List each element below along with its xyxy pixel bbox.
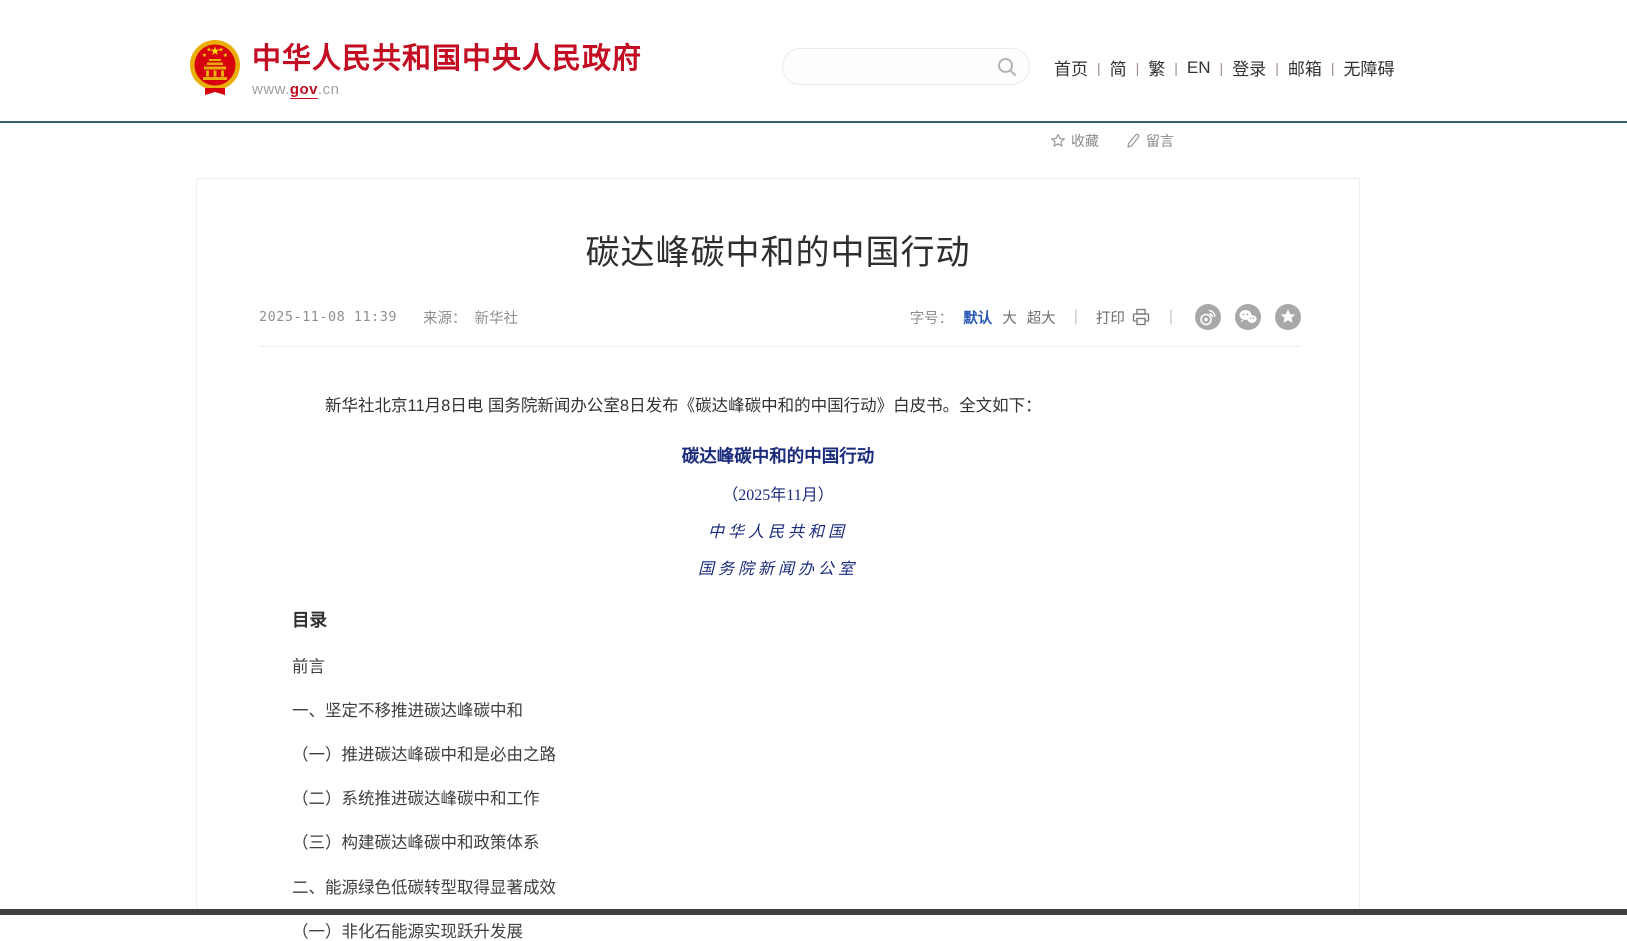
- star-icon: [1050, 133, 1066, 149]
- nav-accessibility[interactable]: 无障碍: [1334, 55, 1403, 80]
- national-emblem-icon: ★ ★ ★ ★ ★: [188, 38, 242, 98]
- wechat-share-button[interactable]: [1235, 304, 1261, 330]
- article-meta-right: 字号： 默认 大 超大 | 打印 |: [910, 304, 1301, 330]
- font-size-large-button[interactable]: 大: [1002, 307, 1017, 328]
- toc-item-preface: 前言: [292, 658, 1264, 676]
- weibo-share-button[interactable]: [1195, 304, 1221, 330]
- nav-login[interactable]: 登录: [1223, 55, 1275, 80]
- article-meta-left: 2025-11-08 11:39 来源： 新华社: [259, 307, 518, 328]
- search-box[interactable]: [782, 48, 1030, 85]
- nav-mail[interactable]: 邮箱: [1279, 55, 1331, 80]
- meta-separator: |: [1169, 308, 1173, 326]
- nav-home[interactable]: 首页: [1045, 55, 1097, 80]
- article-card: 碳达峰碳中和的中国行动 2025-11-08 11:39 来源： 新华社 字号：…: [196, 178, 1360, 915]
- toc-item-section1-1: （一）推进碳达峰碳中和是必由之路: [292, 746, 1264, 764]
- source-name[interactable]: 新华社: [475, 307, 519, 328]
- comment-label: 留言: [1146, 131, 1174, 151]
- toc-item-section1-3: （三）构建碳达峰碳中和政策体系: [292, 834, 1264, 852]
- site-title: 中华人民共和国中央人民政府: [252, 44, 642, 76]
- toc-item-section2-1: （一）非化石能源实现跃升发展: [292, 923, 1264, 941]
- print-button[interactable]: 打印: [1096, 307, 1151, 328]
- svg-text:★: ★: [223, 52, 228, 59]
- comment-button[interactable]: 留言: [1125, 131, 1174, 151]
- font-size-label: 字号：: [910, 307, 954, 328]
- page: ★ ★ ★ ★ ★ 中华人民共和国中央人民政府 www.gov.cn: [0, 0, 1627, 915]
- site-url-suffix: .cn: [318, 81, 340, 98]
- favorite-label: 收藏: [1071, 131, 1099, 151]
- print-label: 打印: [1096, 307, 1125, 328]
- article-toolbar: 收藏 留言: [1050, 131, 1174, 151]
- printer-icon: [1131, 308, 1151, 326]
- toc-heading: 目录: [292, 607, 1264, 632]
- toc-item-section1-2: （二）系统推进碳达峰碳中和工作: [292, 790, 1264, 808]
- search-input[interactable]: [801, 49, 991, 84]
- article-body: 新华社北京11月8日电 国务院新闻办公室8日发布《碳达峰碳中和的中国行动》白皮书…: [292, 395, 1264, 941]
- nav-simplified[interactable]: 简: [1101, 55, 1136, 80]
- wechat-icon: [1235, 304, 1261, 330]
- toc-item-section1: 一、坚定不移推进碳达峰碳中和: [292, 702, 1264, 720]
- site-url-prefix: www.: [252, 81, 290, 98]
- nav-traditional[interactable]: 繁: [1139, 55, 1174, 80]
- site-url: www.gov.cn: [252, 81, 642, 98]
- meta-separator: |: [1074, 308, 1078, 326]
- toc-item-section2: 二、能源绿色低碳转型取得显著成效: [292, 879, 1264, 897]
- star-share-icon: [1275, 304, 1301, 330]
- bottom-edge-bar: [0, 909, 1627, 915]
- favorite-share-button[interactable]: [1275, 304, 1301, 330]
- lead-paragraph: 新华社北京11月8日电 国务院新闻办公室8日发布《碳达峰碳中和的中国行动》白皮书…: [292, 395, 1264, 419]
- article-date: 2025-11-08 11:39: [259, 309, 397, 325]
- search-icon[interactable]: [995, 55, 1019, 79]
- site-identity[interactable]: 中华人民共和国中央人民政府 www.gov.cn: [252, 44, 642, 98]
- pencil-icon: [1125, 133, 1141, 149]
- font-size-default-button[interactable]: 默认: [963, 307, 992, 328]
- doc-org-line1: 中华人民共和国: [292, 518, 1264, 542]
- doc-date: （2025年11月）: [292, 481, 1264, 505]
- nav-english[interactable]: EN: [1178, 58, 1220, 78]
- header-divider-line: [0, 121, 1627, 123]
- meta-divider: [259, 346, 1301, 347]
- article-meta-row: 2025-11-08 11:39 来源： 新华社 字号： 默认 大 超大 | 打…: [259, 304, 1301, 330]
- top-nav: 首页 | 简 | 繁 | EN | 登录 | 邮箱 | 无障碍: [1045, 55, 1403, 80]
- site-url-gov: gov: [290, 81, 318, 99]
- page-title: 碳达峰碳中和的中国行动: [197, 225, 1359, 274]
- source-label: 来源：: [423, 307, 467, 328]
- site-header: ★ ★ ★ ★ ★ 中华人民共和国中央人民政府 www.gov.cn: [0, 0, 1627, 122]
- weibo-icon: [1195, 304, 1221, 330]
- doc-title: 碳达峰碳中和的中国行动: [292, 443, 1264, 468]
- doc-org-line2: 国务院新闻办公室: [292, 555, 1264, 579]
- favorite-button[interactable]: 收藏: [1050, 131, 1099, 151]
- font-size-xlarge-button[interactable]: 超大: [1027, 307, 1056, 328]
- svg-text:★: ★: [206, 47, 211, 54]
